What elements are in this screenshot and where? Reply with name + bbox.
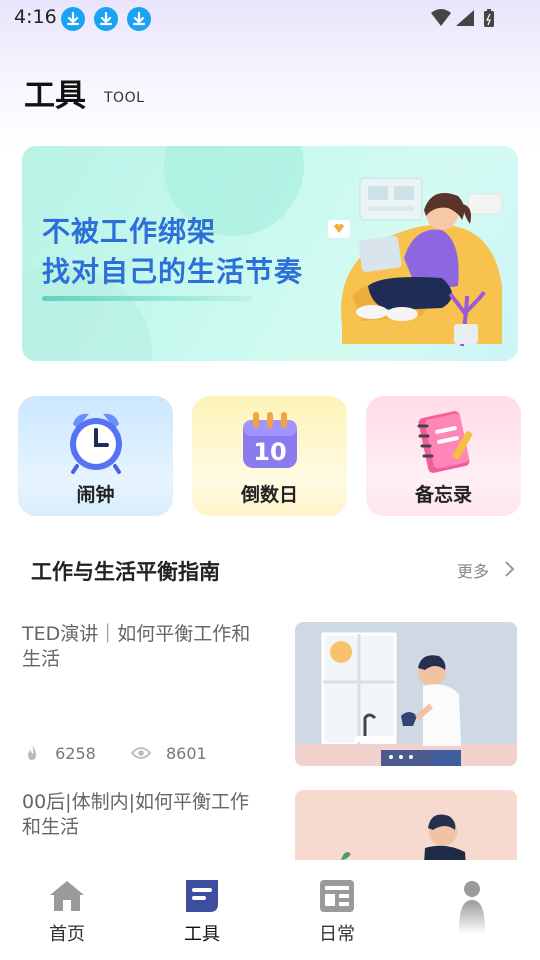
tab-tools[interactable]: 工具 [162, 878, 242, 945]
profile-icon [458, 881, 486, 934]
tab-label: 首页 [49, 924, 85, 945]
article-item[interactable]: TED演讲｜如何平衡工作和生活 6258 8601 [22, 622, 518, 768]
article-title: TED演讲｜如何平衡工作和生活 [22, 623, 251, 670]
like-count: 6258 [55, 744, 96, 763]
bottom-tab-bar: 首页 工具 日常 [0, 860, 540, 960]
svg-text:10: 10 [253, 438, 286, 466]
tool-cards: 闹钟 10 倒数日 备忘录 [18, 396, 522, 516]
article-item[interactable]: 00后|体制内|如何平衡工作和生活 [22, 790, 518, 860]
battery-icon [484, 11, 494, 27]
article-title: 00后|体制内|如何平衡工作和生活 [22, 791, 249, 838]
promo-banner[interactable]: 不被工作绑架 找对自己的生活节奏 [22, 146, 518, 361]
tab-label: 工具 [184, 924, 220, 945]
download-icon [127, 7, 151, 31]
alarm-clock-icon [70, 413, 122, 474]
more-link[interactable]: 更多 [457, 558, 489, 582]
calendar-icon: 10 [243, 412, 297, 468]
tab-home[interactable]: 首页 [27, 878, 107, 945]
download-icon [94, 7, 118, 31]
daily-icon [320, 880, 354, 912]
wifi-icon [431, 9, 451, 26]
tool-card-label: 倒数日 [240, 484, 298, 506]
article-thumbnail [295, 622, 517, 766]
tools-icon [186, 880, 218, 912]
tool-card-alarm[interactable]: 闹钟 [18, 396, 173, 516]
page-title: 工具 [24, 78, 86, 114]
banner-subheadline: 找对自己的生活节奏 [42, 255, 304, 288]
tab-profile[interactable] [432, 878, 512, 938]
tab-daily[interactable]: 日常 [297, 878, 377, 945]
system-status-icons [431, 9, 494, 27]
page-subtitle: TOOL [104, 90, 145, 106]
chevron-right-icon[interactable] [503, 560, 515, 578]
status-bar: 4:16 [0, 0, 540, 36]
status-time: 4:16 [14, 6, 57, 28]
view-count: 8601 [166, 744, 207, 763]
article-stats: 6258 8601 [24, 744, 207, 763]
tool-card-label: 备忘录 [414, 484, 472, 506]
banner-accent-bar [42, 296, 252, 301]
tool-card-countdown[interactable]: 10 倒数日 [192, 396, 347, 516]
eye-icon [130, 747, 152, 759]
article-thumbnail [295, 790, 517, 860]
tool-card-memo[interactable]: 备忘录 [366, 396, 521, 516]
tool-card-label: 闹钟 [76, 484, 115, 506]
section-title: 工作与生活平衡指南 [31, 560, 220, 584]
notebook-icon [417, 411, 473, 473]
fire-icon [28, 745, 36, 760]
download-icon [61, 7, 85, 31]
signal-icon [456, 10, 474, 26]
banner-headline: 不被工作绑架 [42, 215, 217, 248]
home-icon [50, 881, 84, 911]
tab-label: 日常 [319, 924, 355, 945]
